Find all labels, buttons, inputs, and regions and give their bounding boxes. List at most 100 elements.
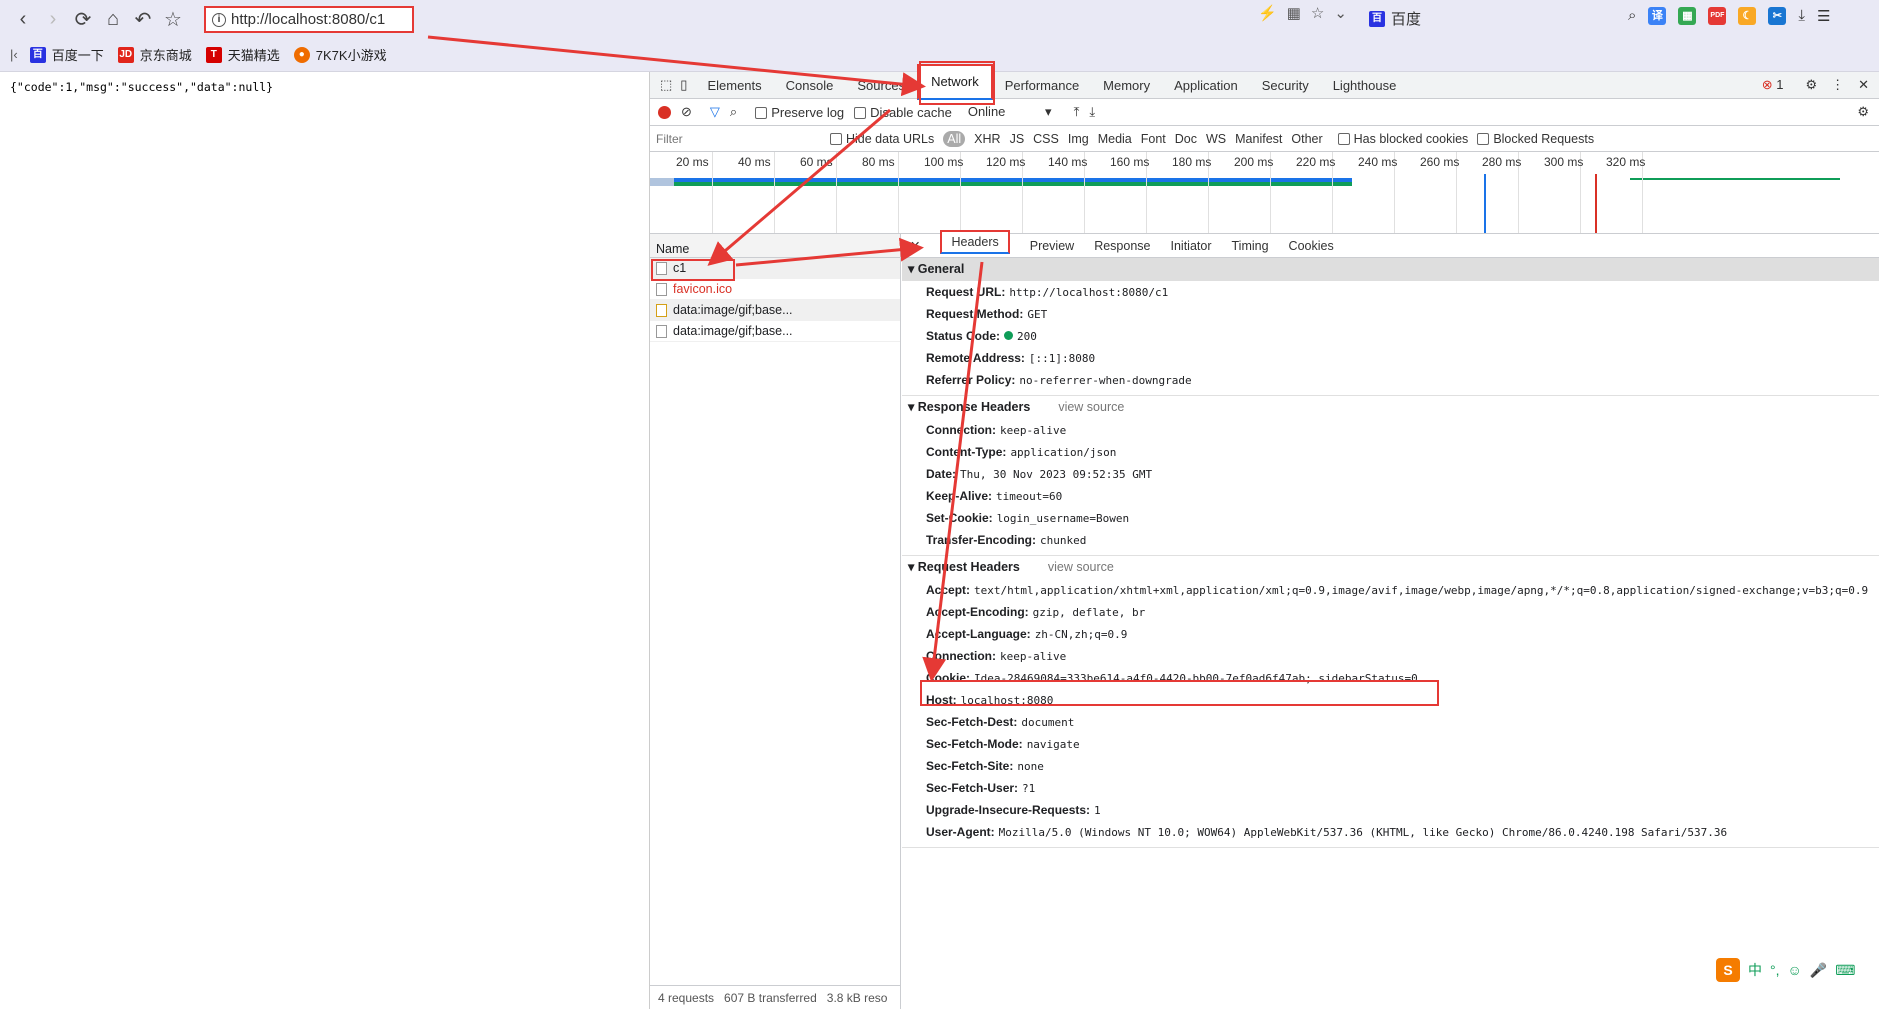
request-row[interactable]: data:image/gif;base... [650, 321, 900, 342]
error-badge[interactable]: ⊗ 1 [1762, 77, 1784, 93]
header-value[interactable]: ?1 [1022, 782, 1035, 795]
header-value[interactable]: 200 [1017, 330, 1037, 343]
tab-response[interactable]: Response [1094, 239, 1150, 253]
qr-icon[interactable]: ▦ [1287, 4, 1301, 22]
header-value[interactable]: document [1021, 716, 1074, 729]
header-value[interactable]: GET [1027, 308, 1047, 321]
tab-timing[interactable]: Timing [1232, 239, 1269, 253]
filter-manifest[interactable]: Manifest [1235, 132, 1282, 146]
checkbox-icon[interactable] [1477, 133, 1490, 146]
filter-js[interactable]: JS [1010, 132, 1025, 146]
download-har-icon[interactable]: ⤓ [1089, 104, 1095, 120]
checkbox-icon[interactable] [1337, 133, 1350, 146]
tab-initiator[interactable]: Initiator [1171, 239, 1212, 253]
tab-network[interactable]: Network [917, 64, 993, 100]
bookmark-star-icon[interactable]: ☆ [1311, 4, 1324, 22]
header-value[interactable]: login_username=Bowen [997, 512, 1129, 525]
filter-doc[interactable]: Doc [1175, 132, 1197, 146]
pdf-icon[interactable]: PDF [1708, 7, 1727, 25]
back-icon[interactable]: ‹ [8, 4, 38, 34]
header-value[interactable]: none [1017, 760, 1044, 773]
apps-icon[interactable]: ▦ [1678, 7, 1697, 25]
header-value[interactable]: chunked [1040, 534, 1086, 547]
address-text[interactable]: http://localhost:8080/c1 [231, 11, 385, 28]
close-icon[interactable]: ✕ [1858, 77, 1869, 93]
filter-all[interactable]: All [943, 130, 966, 147]
settings-icon[interactable]: ⚙ [1805, 77, 1817, 93]
record-icon[interactable] [658, 105, 671, 119]
search-icon[interactable]: ⌕ [730, 104, 737, 120]
tab-application[interactable]: Application [1162, 72, 1250, 99]
throttle-select[interactable]: Online ▾ [968, 104, 1052, 120]
search-engine[interactable]: 百 百度 [1369, 8, 1421, 29]
tab-preview[interactable]: Preview [1030, 239, 1074, 253]
header-value[interactable]: 1 [1094, 804, 1101, 817]
forward-icon[interactable]: › [38, 4, 68, 34]
name-column-header[interactable]: Name [650, 234, 900, 258]
tab-cookies[interactable]: Cookies [1289, 239, 1334, 253]
header-value[interactable]: gzip, deflate, br [1033, 606, 1146, 619]
view-source-link[interactable]: view source [1048, 560, 1114, 574]
tab-sources[interactable]: Sources [845, 72, 917, 99]
view-source-link[interactable]: view source [1058, 400, 1124, 414]
dropdown-icon[interactable]: ⌄ [1334, 4, 1347, 22]
header-value[interactable]: no-referrer-when-downgrade [1019, 374, 1191, 387]
has-blocked-cookies-checkbox[interactable]: Has blocked cookies [1337, 132, 1468, 146]
info-icon[interactable]: i [212, 12, 226, 27]
moon-icon[interactable]: ☾ [1738, 7, 1757, 25]
upload-icon[interactable]: ⤒ [1074, 104, 1080, 120]
reload-icon[interactable]: ⟳ [68, 4, 98, 34]
request-headers-header[interactable]: ▾ Request Headers view source [902, 556, 1879, 579]
star-icon[interactable]: ☆ [158, 4, 188, 34]
download-icon[interactable]: ⤓ [1798, 7, 1805, 25]
header-value[interactable]: keep-alive [1000, 650, 1066, 663]
translate-icon[interactable]: 译 [1648, 7, 1667, 25]
filter-ws[interactable]: WS [1206, 132, 1226, 146]
header-value[interactable]: http://localhost:8080/c1 [1009, 286, 1168, 299]
search-icon[interactable]: ⌕ [1628, 7, 1636, 25]
bookmark-7k7k[interactable]: ● 7K7K小游戏 [293, 45, 387, 64]
clear-icon[interactable]: ⊘ [681, 104, 692, 120]
tab-security[interactable]: Security [1250, 72, 1321, 99]
scissors-icon[interactable]: ✂ [1768, 7, 1787, 25]
filter-media[interactable]: Media [1098, 132, 1132, 146]
filter-input[interactable] [656, 128, 821, 149]
tab-console[interactable]: Console [774, 72, 846, 99]
home-icon[interactable]: ⌂ [98, 4, 128, 34]
close-detail-icon[interactable]: ✕ [910, 238, 920, 253]
bookmark-tmall[interactable]: T 天猫精选 [205, 45, 280, 64]
filter-img[interactable]: Img [1068, 132, 1089, 146]
header-value[interactable]: zh-CN,zh;q=0.9 [1035, 628, 1128, 641]
tab-elements[interactable]: Elements [695, 72, 773, 99]
general-header[interactable]: ▾ General [902, 258, 1879, 281]
tab-performance[interactable]: Performance [993, 72, 1091, 99]
filter-icon[interactable]: ▽ [710, 104, 720, 120]
header-value[interactable]: text/html,application/xhtml+xml,applicat… [974, 584, 1868, 597]
tab-memory[interactable]: Memory [1091, 72, 1162, 99]
sidebar-toggle-icon[interactable]: |‹ [10, 47, 18, 62]
filter-css[interactable]: CSS [1033, 132, 1059, 146]
bookmark-jd[interactable]: JD 京东商城 [117, 45, 192, 64]
checkbox-icon[interactable] [854, 107, 867, 120]
inspect-icon[interactable]: ⬚ [660, 77, 672, 93]
address-bar[interactable]: i http://localhost:8080/c1 [204, 6, 414, 33]
menu-icon[interactable]: ☰ [1817, 7, 1830, 25]
tab-lighthouse[interactable]: Lighthouse [1321, 72, 1409, 99]
network-settings-icon[interactable]: ⚙ [1857, 104, 1869, 120]
header-value[interactable]: timeout=60 [996, 490, 1062, 503]
more-icon[interactable]: ⋮ [1831, 77, 1844, 93]
bookmark-baidu[interactable]: 百 百度一下 [29, 45, 104, 64]
undo-icon[interactable]: ↶ [128, 4, 158, 34]
header-value[interactable]: Thu, 30 Nov 2023 09:52:35 GMT [960, 468, 1152, 481]
disable-cache-checkbox[interactable]: Disable cache [854, 105, 952, 120]
blocked-requests-checkbox[interactable]: Blocked Requests [1477, 132, 1594, 146]
header-value[interactable]: [::1]:8080 [1029, 352, 1095, 365]
preserve-log-checkbox[interactable]: Preserve log [755, 105, 844, 120]
device-icon[interactable]: ▯ [680, 77, 687, 93]
tab-headers[interactable]: Headers [940, 229, 1010, 254]
filter-xhr[interactable]: XHR [974, 132, 1000, 146]
header-value[interactable]: Mozilla/5.0 (Windows NT 10.0; WOW64) App… [999, 826, 1727, 839]
header-value[interactable]: navigate [1027, 738, 1080, 751]
hide-data-urls-checkbox[interactable]: Hide data URLs [830, 132, 934, 146]
request-row[interactable]: data:image/gif;base... [650, 300, 900, 321]
